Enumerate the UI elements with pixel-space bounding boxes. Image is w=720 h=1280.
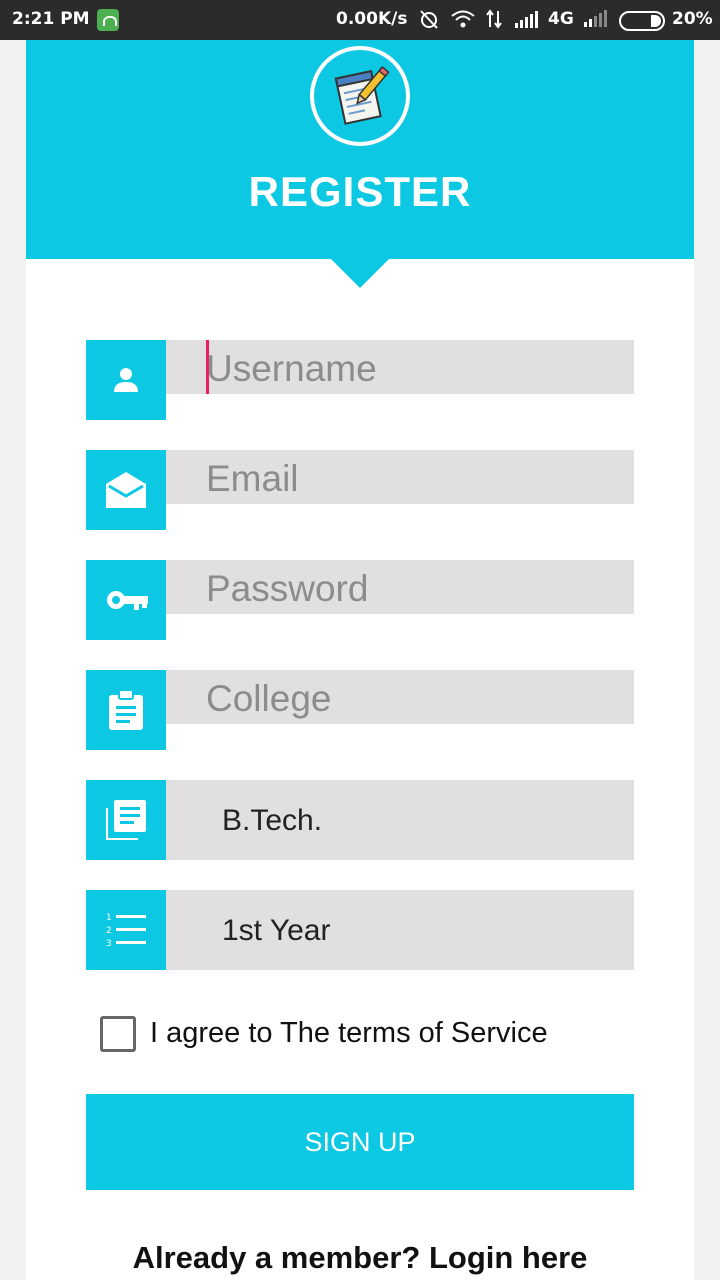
year-select[interactable]: 1st Year bbox=[166, 890, 634, 970]
degree-icon-box bbox=[86, 780, 166, 860]
network-type: 4G bbox=[548, 9, 574, 29]
email-row: Email bbox=[86, 450, 634, 530]
password-placeholder: Password bbox=[206, 568, 369, 609]
key-icon bbox=[107, 591, 148, 610]
library-books-icon bbox=[106, 800, 146, 840]
college-input[interactable]: College bbox=[166, 670, 634, 724]
logo-badge bbox=[310, 46, 410, 146]
password-row: Password bbox=[86, 560, 634, 640]
username-input[interactable]: Username bbox=[166, 340, 634, 394]
notepad-pencil-icon bbox=[334, 65, 390, 125]
degree-row: B.Tech. bbox=[86, 780, 634, 860]
battery-percent: 20% bbox=[672, 9, 713, 29]
username-row: Username bbox=[86, 340, 634, 420]
signal-icon bbox=[514, 11, 538, 28]
wifi-icon bbox=[450, 10, 475, 28]
status-bar: 2:21 PM 0.00K/s 4G 20% bbox=[0, 0, 720, 40]
numbered-list-icon: 1 2 3 bbox=[106, 913, 146, 949]
android-notification-icon bbox=[97, 9, 119, 31]
alarm-off-icon bbox=[420, 10, 438, 29]
password-icon-box bbox=[86, 560, 166, 640]
header-pointer bbox=[330, 258, 390, 288]
degree-value: B.Tech. bbox=[222, 804, 323, 837]
battery-icon bbox=[619, 11, 665, 31]
envelope-open-icon bbox=[106, 472, 146, 508]
svg-text:1: 1 bbox=[106, 913, 112, 923]
email-input[interactable]: Email bbox=[166, 450, 634, 504]
username-placeholder: Username bbox=[206, 348, 377, 389]
college-row: College bbox=[86, 670, 634, 750]
svg-text:2: 2 bbox=[106, 926, 112, 936]
username-icon-box bbox=[86, 340, 166, 420]
login-link[interactable]: Already a member? Login here bbox=[26, 1240, 694, 1276]
person-icon bbox=[114, 368, 138, 392]
clipboard-icon bbox=[109, 690, 143, 730]
terms-checkbox[interactable] bbox=[100, 1016, 136, 1052]
network-speed: 0.00K/s bbox=[336, 9, 408, 29]
register-card: REGISTER Username Email Password College… bbox=[26, 40, 694, 1280]
terms-label: I agree to The terms of Service bbox=[150, 1017, 548, 1049]
register-header: REGISTER bbox=[26, 40, 694, 259]
terms-row[interactable]: I agree to The terms of Service bbox=[100, 1014, 660, 1054]
signal-secondary-icon bbox=[582, 9, 608, 29]
password-input[interactable]: Password bbox=[166, 560, 634, 614]
signup-button[interactable]: SIGN UP bbox=[86, 1094, 634, 1190]
email-placeholder: Email bbox=[206, 458, 299, 499]
email-icon-box bbox=[86, 450, 166, 530]
year-icon-box: 1 2 3 bbox=[86, 890, 166, 970]
college-icon-box bbox=[86, 670, 166, 750]
page-title: REGISTER bbox=[248, 168, 472, 215]
status-icons bbox=[418, 9, 539, 30]
degree-select[interactable]: B.Tech. bbox=[166, 780, 634, 860]
year-value: 1st Year bbox=[222, 914, 331, 947]
college-placeholder: College bbox=[206, 678, 332, 719]
svg-text:3: 3 bbox=[106, 939, 112, 949]
year-row: 1 2 3 1st Year bbox=[86, 890, 634, 970]
status-time: 2:21 PM bbox=[12, 9, 90, 29]
data-transfer-icon bbox=[486, 9, 502, 29]
